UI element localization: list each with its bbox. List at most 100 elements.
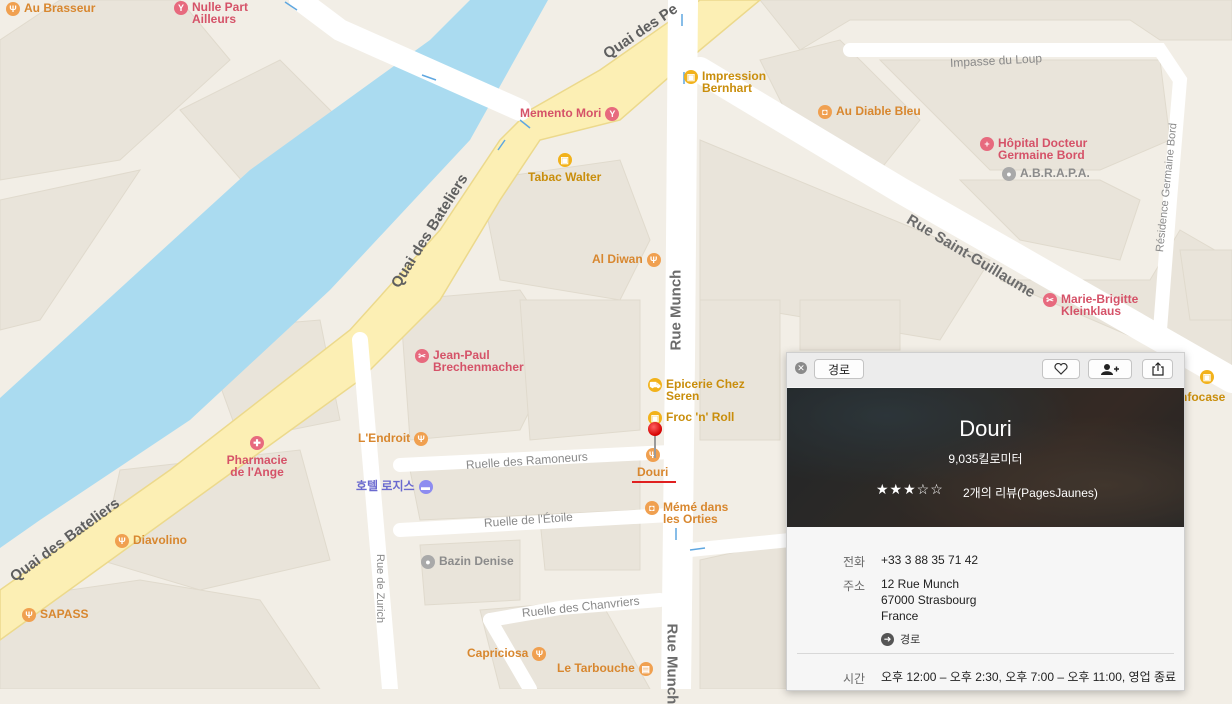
poi-impression-bernhart[interactable]: ▣ Impression Bernhart (684, 70, 782, 94)
poi-label: Le Tarbouche (557, 662, 635, 674)
shopping-cart-icon: ⛟ (648, 378, 662, 392)
poi-label: Marie-Brigitte Kleinklaus (1061, 293, 1161, 317)
poi-au-brasseur[interactable]: Ψ Au Brasseur (6, 2, 95, 16)
poi-label: A.B.R.A.P.A. (1020, 167, 1090, 179)
heart-icon (1054, 363, 1068, 375)
poi-hopital-docteur-germaine-bord[interactable]: + Hôpital Docteur Germaine Bord (980, 137, 1108, 161)
poi-label: nfocase (1180, 391, 1225, 403)
fork-knife-icon: ▤ (639, 662, 653, 676)
poi-label: Diavolino (133, 534, 187, 546)
poi-capriciosa[interactable]: Ψ Capriciosa (467, 647, 546, 661)
fork-knife-icon: Ψ (115, 534, 129, 548)
poi-label: Pharmacie de l'Ange (222, 454, 292, 478)
poi-label: Jean-Paul Brechenmacher (433, 349, 543, 373)
fork-knife-icon: Ψ (414, 432, 428, 446)
nightlife-icon: Y (174, 1, 188, 15)
address-label: 주소 (843, 577, 867, 594)
hair-salon-icon: ✂ (415, 349, 429, 363)
poi-label: L'Endroit (358, 432, 410, 444)
poi-label: SAPASS (40, 608, 88, 620)
street-label-rue-munch-lower: Rue Munch (664, 624, 681, 704)
poi-label: 호텔 로지스 (356, 480, 415, 492)
share-icon (1152, 362, 1164, 376)
shopping-bag-icon: ▣ (684, 70, 698, 84)
poi-le-tarbouche[interactable]: ▤ Le Tarbouche (557, 662, 653, 676)
poi-memento-mori[interactable]: Y Memento Mori (520, 107, 619, 121)
hours-label: 시간 (843, 670, 867, 687)
place-info-panel: ✕ 경로 Douri 9,035킬로미터 ★★★☆☆ 2개의 리뷰(PagesJ… (786, 352, 1185, 691)
poi-hotel-rogis[interactable]: ▬ 호텔 로지스 (356, 480, 433, 494)
poi-sapass[interactable]: Ψ SAPASS (22, 608, 88, 622)
reviews-link[interactable]: 2개의 리뷰(PagesJaunes) (963, 484, 1098, 501)
rating-stars: ★★★☆☆ (876, 481, 944, 498)
poi-label: Mémé dans les Orties (663, 501, 743, 525)
place-name: Douri (787, 416, 1184, 442)
fork-knife-icon: Ψ (22, 608, 36, 622)
nightlife-icon: Y (605, 107, 619, 121)
directions-link[interactable]: ➜ 경로 (881, 631, 920, 647)
poi-lendroit[interactable]: Ψ L'Endroit (358, 432, 428, 446)
poi-label: Au Brasseur (24, 2, 95, 14)
poi-label: Impression Bernhart (702, 70, 782, 94)
address-line-3: France (881, 608, 918, 624)
fork-knife-icon: Ψ (647, 253, 661, 267)
poi-label-selected: Douri (637, 466, 668, 478)
shopping-bag-icon: ▣ (1200, 370, 1214, 384)
poi-label: Capriciosa (467, 647, 528, 659)
generic-place-icon: ● (1002, 167, 1016, 181)
fork-knife-icon: Ψ (6, 2, 20, 16)
generic-place-icon: ● (421, 555, 435, 569)
poi-marie-brigitte-kleinklaus[interactable]: ✂ Marie-Brigitte Kleinklaus (1043, 293, 1161, 317)
pin-stem (654, 436, 656, 458)
favorite-button[interactable] (1042, 359, 1080, 379)
street-label-rue-de-zurich: Rue de Zurich (374, 554, 386, 623)
poi-al-diwan[interactable]: Ψ Al Diwan (592, 253, 661, 267)
poi-abrapa[interactable]: ● A.B.R.A.P.A. (1002, 167, 1090, 181)
add-contact-button[interactable] (1088, 359, 1132, 379)
poi-tabac-walter[interactable]: ▣Tabac Walter (528, 153, 601, 183)
directions-link-label: 경로 (900, 631, 920, 647)
selected-underline (632, 481, 676, 483)
poi-label: Epicerie Chez Seren (666, 378, 746, 402)
hours-value: 오후 12:00 – 오후 2:30, 오후 7:00 – 오후 11:00, … (881, 669, 1176, 685)
satellite-hero-image: Douri 9,035킬로미터 ★★★☆☆ 2개의 리뷰(PagesJaunes… (787, 388, 1184, 527)
poi-diavolino[interactable]: Ψ Diavolino (115, 534, 187, 548)
address-line-2: 67000 Strasbourg (881, 592, 976, 608)
street-label-rue-munch-upper: Rue Munch (668, 270, 685, 351)
bed-icon: ▬ (419, 480, 433, 494)
poi-meme-dans-les-orties[interactable]: ◘ Mémé dans les Orties (645, 501, 743, 525)
address-line-1: 12 Rue Munch (881, 576, 959, 592)
poi-label: Au Diable Bleu (836, 105, 921, 117)
poi-label: Froc 'n' Roll (666, 411, 734, 423)
medical-cross-icon: + (980, 137, 994, 151)
directions-button[interactable]: 경로 (814, 359, 864, 379)
share-button[interactable] (1142, 359, 1173, 379)
poi-label: Tabac Walter (528, 171, 601, 183)
phone-label: 전화 (843, 553, 867, 570)
hair-salon-icon: ✂ (1043, 293, 1057, 307)
close-icon[interactable]: ✕ (795, 362, 807, 374)
place-distance: 9,035킬로미터 (787, 450, 1184, 467)
fork-knife-icon: Ψ (532, 647, 546, 661)
poi-label: Memento Mori (520, 107, 601, 119)
add-contact-icon (1101, 363, 1119, 376)
poi-jean-paul-brechenmacher[interactable]: ✂ Jean-Paul Brechenmacher (415, 349, 543, 373)
poi-nulle-part-ailleurs[interactable]: YNulle Part Ailleurs (174, 1, 262, 25)
poi-infocase[interactable]: ▣ nfocase (1180, 370, 1225, 403)
poi-pharmacie-de-lange[interactable]: ✚ Pharmacie de l'Ange (222, 436, 292, 478)
coffee-cup-icon: ◘ (818, 105, 832, 119)
panel-toolbar: ✕ 경로 (787, 353, 1184, 387)
poi-label: Bazin Denise (439, 555, 514, 567)
poi-label: Al Diwan (592, 253, 643, 265)
poi-au-diable-bleu[interactable]: ◘ Au Diable Bleu (818, 105, 921, 119)
selected-location-pin-icon[interactable] (648, 422, 662, 462)
divider (797, 653, 1174, 654)
coffee-cup-icon: ◘ (645, 501, 659, 515)
phone-value[interactable]: +33 3 88 35 71 42 (881, 552, 978, 568)
poi-epicerie-chez-seren[interactable]: ⛟ Epicerie Chez Seren (648, 378, 746, 402)
pin-head (648, 422, 662, 436)
pharmacy-icon: ✚ (250, 436, 264, 450)
arrow-right-icon: ➜ (881, 633, 894, 646)
poi-label: Hôpital Docteur Germaine Bord (998, 137, 1108, 161)
poi-bazin-denise[interactable]: ● Bazin Denise (421, 555, 514, 569)
